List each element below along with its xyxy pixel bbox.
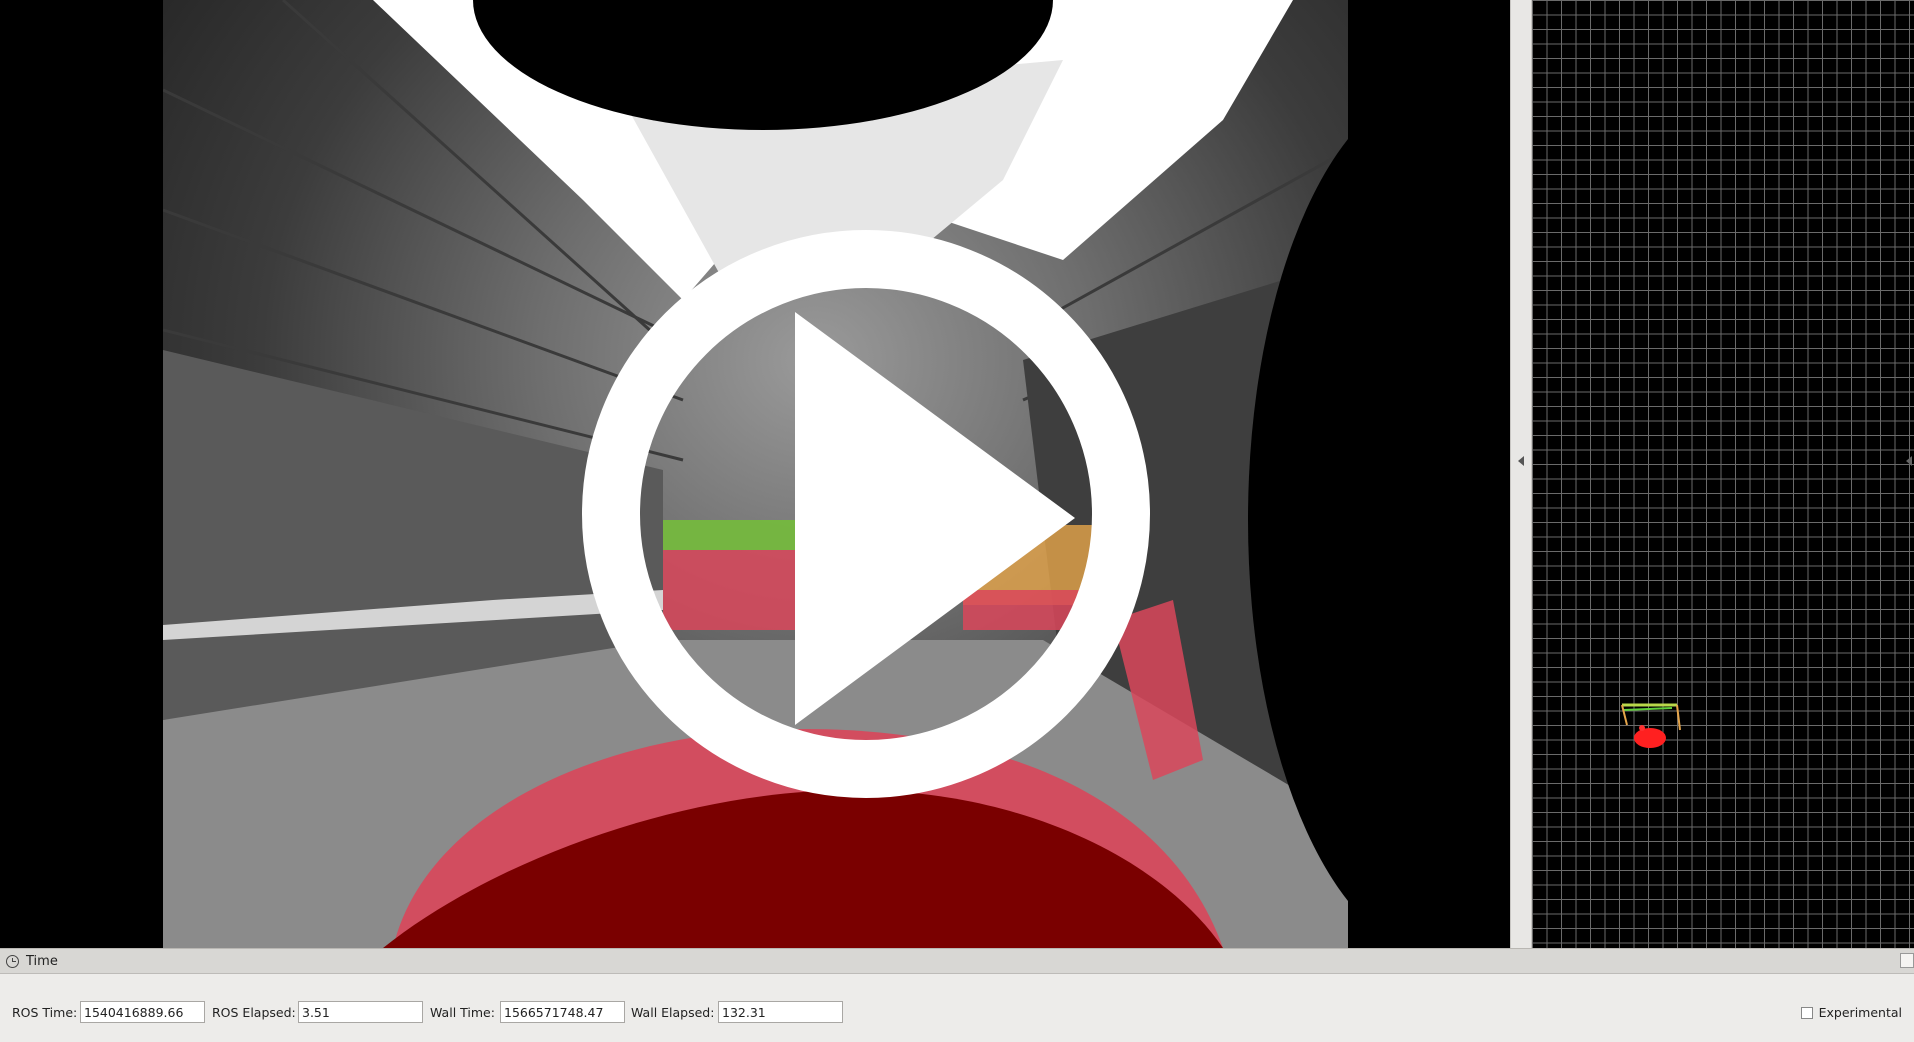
ros-elapsed-label: ROS Elapsed:	[212, 1005, 296, 1020]
wall-elapsed-field[interactable]	[718, 1001, 843, 1023]
undock-button[interactable]	[1900, 953, 1914, 968]
time-panel-title: Time	[26, 953, 58, 969]
ros-time-field[interactable]	[80, 1001, 205, 1023]
time-panel-header: Time	[0, 949, 1914, 974]
experimental-checkbox[interactable]	[1800, 1006, 1813, 1019]
wall-elapsed-label: Wall Elapsed:	[631, 1005, 715, 1020]
grid-pointcloud	[1621, 703, 1681, 748]
time-panel: Time ROS Time: ROS Elapsed: Wall Time: W…	[0, 948, 1914, 1042]
wall-time-label: Wall Time:	[430, 1005, 495, 1020]
experimental-label: Experimental	[1818, 1005, 1902, 1020]
camera-view-panel[interactable]	[0, 0, 1510, 948]
collapse-right-arrow-icon[interactable]	[1906, 456, 1912, 466]
collapse-left-arrow-icon[interactable]	[1518, 456, 1524, 466]
experimental-toggle[interactable]: Experimental	[1800, 1005, 1902, 1020]
ros-elapsed-field[interactable]	[298, 1001, 423, 1023]
wall-time-field[interactable]	[500, 1001, 625, 1023]
3d-grid-view[interactable]	[1532, 0, 1914, 948]
time-fields-row: ROS Time: ROS Elapsed: Wall Time: Wall E…	[0, 1001, 1914, 1025]
ros-time-label: ROS Time:	[12, 1005, 78, 1020]
play-button-icon[interactable]	[0, 0, 1510, 948]
panel-splitter[interactable]	[1510, 0, 1532, 948]
clock-icon	[6, 954, 19, 968]
